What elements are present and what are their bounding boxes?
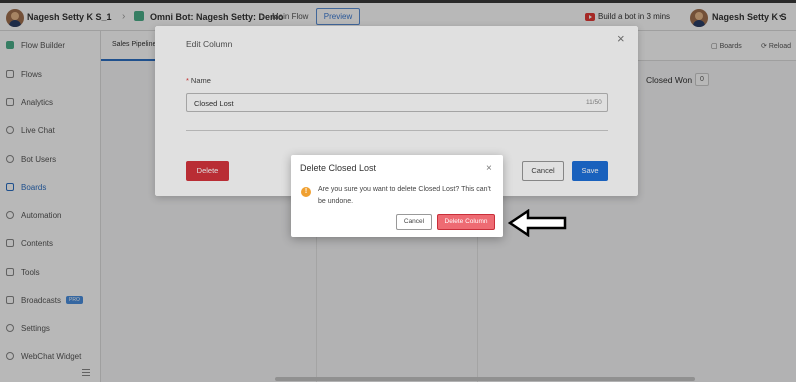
warning-icon: !: [301, 187, 311, 197]
annotation-arrow-icon: [508, 209, 567, 237]
close-icon[interactable]: ×: [486, 163, 492, 174]
dialog-message: Are you sure you want to delete Closed L…: [318, 186, 491, 205]
dialog-title: Delete Closed Lost: [300, 163, 377, 173]
delete-column-button[interactable]: Delete Column: [437, 214, 495, 230]
dialog-cancel-button[interactable]: Cancel: [396, 214, 432, 230]
delete-confirm-dialog: Delete Closed Lost × ! Are you sure you …: [291, 155, 503, 237]
